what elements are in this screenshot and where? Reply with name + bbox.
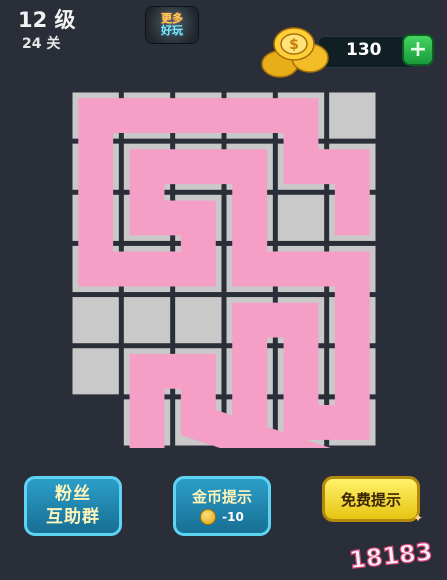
level-title: 12 级 (18, 8, 76, 32)
svg-text:18183: 18183 (348, 538, 434, 575)
gold-hint-cost-row: -10 (200, 509, 244, 525)
grid-cell[interactable] (329, 92, 376, 139)
puzzle-board[interactable] (70, 90, 378, 448)
coin-stack-icon: $ (261, 27, 329, 78)
gold-hint-button[interactable]: 金币提示 -10 (173, 476, 271, 536)
fans-group-button[interactable]: 粉丝 互助群 (24, 476, 122, 536)
gold-hint-cost: -10 (222, 510, 244, 524)
grid-cell[interactable] (72, 348, 119, 395)
grid-cell[interactable] (72, 297, 119, 344)
free-hint-button[interactable]: 免费提示 ✦ (322, 476, 423, 525)
more-games-button[interactable]: 更多 好玩 (145, 6, 199, 44)
plus-icon: + (408, 37, 428, 62)
coin-count: 130 (346, 40, 382, 60)
svg-text:$: $ (289, 37, 299, 53)
more-games-label-2: 好玩 (161, 24, 183, 37)
grid-cell[interactable] (123, 297, 171, 344)
stage-number: 24 关 (22, 36, 61, 52)
sparkle-icon: ✦ (412, 511, 423, 525)
gold-hint-label: 金币提示 (191, 488, 252, 506)
grid-cell[interactable] (175, 297, 222, 344)
grid-cell[interactable] (277, 194, 325, 241)
fans-label-1: 粉丝 (55, 484, 91, 504)
free-hint-label: 免费提示 (340, 490, 401, 509)
add-coins-button[interactable]: + (402, 34, 434, 66)
coin-icon (200, 509, 217, 525)
watermark-logo: 18183 (347, 537, 434, 575)
fans-label-2: 互助群 (46, 507, 100, 527)
